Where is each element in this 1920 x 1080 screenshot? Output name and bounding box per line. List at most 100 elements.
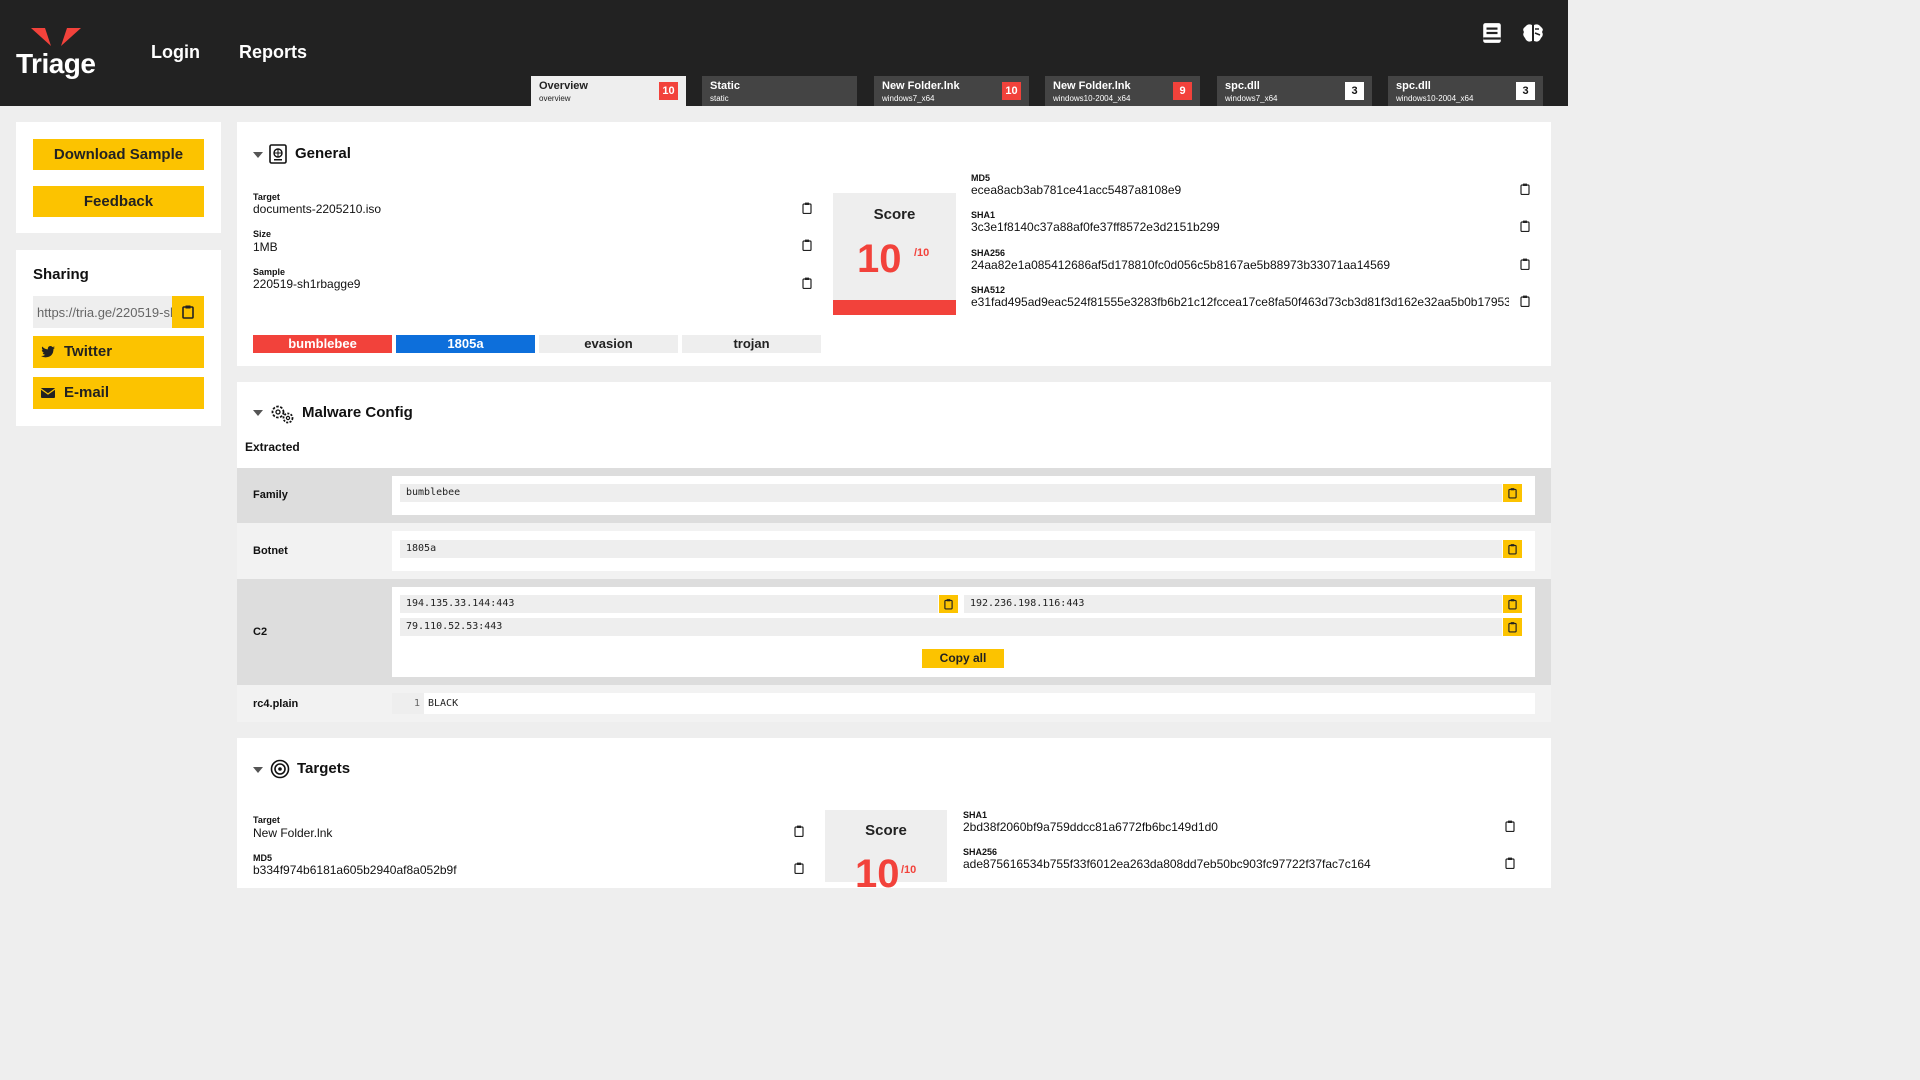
nav-reports[interactable]: Reports — [239, 42, 307, 63]
c2-label: C2 — [253, 626, 268, 638]
c2-value[interactable]: 79.110.52.53:443 — [400, 618, 1502, 636]
family-label: Family — [253, 489, 288, 501]
md5-label: MD5 — [971, 173, 991, 183]
gears-icon — [271, 405, 294, 424]
c2-box: 194.135.33.144:443 192.236.198.116:443 7… — [392, 587, 1535, 677]
tab-new-folder-win7[interactable]: New Folder.lnk windows7_x64 10 — [874, 76, 1029, 106]
score-title: Score — [865, 822, 907, 839]
score-badge: 3 — [1345, 82, 1364, 100]
copy-icon[interactable] — [1505, 857, 1515, 869]
tab-overview[interactable]: Overview overview 10 — [531, 76, 686, 106]
md5-value: ecea8acb3ab781ce41acc5487a8108e9 — [971, 183, 1182, 197]
config-row-family: Family bumblebee — [237, 468, 1551, 523]
score-title: Score — [873, 206, 916, 223]
md5-value: b334f974b6181a605b2940af8a052b9f — [253, 863, 457, 877]
targets-panel: Targets Target New Folder.lnk MD5 b334f9… — [237, 738, 1551, 896]
tag-bumblebee[interactable]: bumblebee — [253, 335, 392, 353]
tab-name: New Folder.lnk — [882, 80, 960, 92]
sha256-value: ade875616534b755f33f6012ea263da808dd7eb5… — [963, 857, 1371, 871]
copy-family-button[interactable] — [1503, 484, 1522, 502]
clipboard-icon — [1508, 599, 1517, 610]
copy-c2-button[interactable] — [939, 595, 958, 613]
clipboard-icon — [944, 599, 953, 610]
section-title-targets: Targets — [297, 760, 351, 777]
copy-all-button[interactable]: Copy all — [922, 649, 1004, 668]
copy-icon[interactable] — [1505, 820, 1515, 832]
copy-c2-button[interactable] — [1503, 618, 1522, 636]
score-bar — [833, 300, 956, 315]
copy-c2-button[interactable] — [1503, 595, 1522, 613]
score-value: 10 — [857, 237, 902, 281]
c2-value[interactable]: 192.236.198.116:443 — [964, 595, 1502, 613]
sha1-value: 2bd38f2060bf9a759ddcc81a6772fb6bc149d1d0 — [963, 820, 1218, 834]
tab-subtitle: windows10-2004_x64 — [1053, 94, 1131, 103]
extracted-label: Extracted — [245, 440, 300, 454]
score-badge: 3 — [1516, 82, 1535, 100]
copy-icon[interactable] — [1520, 183, 1530, 195]
sample-value: 220519-sh1rbagge9 — [253, 277, 361, 291]
copy-icon[interactable] — [802, 239, 812, 251]
tab-name: Overview — [539, 80, 588, 92]
tab-subtitle: windows7_x64 — [1225, 94, 1278, 103]
tab-new-folder-win10[interactable]: New Folder.lnk windows10-2004_x64 9 — [1045, 76, 1200, 106]
nav-login[interactable]: Login — [151, 42, 200, 63]
clipboard-icon — [1508, 544, 1517, 555]
size-value: 1MB — [253, 240, 278, 254]
top-header: Triage Login Reports Overview overview 1… — [0, 0, 1568, 106]
family-box: bumblebee — [392, 476, 1535, 515]
score-box: Score 10 /10 — [833, 193, 956, 315]
score-max: /10 — [914, 247, 930, 259]
copy-icon[interactable] — [794, 825, 804, 837]
tab-subtitle: static — [710, 94, 729, 103]
tab-spc-dll-win7[interactable]: spc.dll windows7_x64 3 — [1217, 76, 1372, 106]
collapse-caret-icon[interactable] — [253, 410, 263, 416]
sha1-label: SHA1 — [971, 210, 996, 220]
copy-botnet-button[interactable] — [1503, 540, 1522, 558]
tab-name: New Folder.lnk — [1053, 80, 1131, 92]
book-icon[interactable] — [1482, 22, 1502, 44]
config-row-c2: C2 194.135.33.144:443 192.236.198.116:44… — [237, 579, 1551, 685]
config-row-rc4: rc4.plain 1 BLACK — [237, 685, 1551, 722]
tab-static[interactable]: Static static — [702, 76, 857, 106]
copy-share-url-button[interactable] — [172, 296, 204, 328]
copy-icon[interactable] — [1520, 258, 1530, 270]
botnet-box: 1805a — [392, 531, 1535, 571]
sample-actions-card: Download Sample Feedback — [16, 122, 221, 233]
family-value[interactable]: bumblebee — [400, 484, 1502, 502]
target-icon — [270, 759, 290, 779]
share-url-input[interactable] — [33, 296, 172, 328]
collapse-caret-icon[interactable] — [253, 152, 263, 158]
download-sample-button[interactable]: Download Sample — [33, 139, 204, 170]
target-value: New Folder.lnk — [253, 826, 333, 840]
collapse-caret-icon[interactable] — [253, 767, 263, 773]
tab-subtitle: windows7_x64 — [882, 94, 935, 103]
rc4-value[interactable]: BLACK — [428, 693, 458, 714]
score-badge: 9 — [1173, 82, 1192, 100]
feedback-button[interactable]: Feedback — [33, 186, 204, 217]
copy-icon[interactable] — [802, 202, 812, 214]
sha512-label: SHA512 — [971, 285, 1006, 295]
sharing-title: Sharing — [33, 266, 89, 283]
copy-icon[interactable] — [802, 277, 812, 289]
section-title-malware-config: Malware Config — [302, 404, 413, 421]
botnet-value[interactable]: 1805a — [400, 540, 1502, 558]
c2-value[interactable]: 194.135.33.144:443 — [400, 595, 938, 613]
passport-icon — [269, 144, 287, 164]
triage-logo[interactable]: Triage — [16, 26, 102, 80]
tab-name: spc.dll — [1225, 80, 1260, 92]
brain-icon[interactable] — [1522, 22, 1544, 44]
clipboard-icon — [1508, 488, 1517, 499]
tag-1805a[interactable]: 1805a — [396, 335, 535, 353]
tab-spc-dll-win10[interactable]: spc.dll windows10-2004_x64 3 — [1388, 76, 1543, 106]
twitter-label: Twitter — [64, 343, 113, 360]
share-email-button[interactable]: E-mail — [33, 377, 204, 409]
copy-icon[interactable] — [1520, 295, 1530, 307]
tag-trojan[interactable]: trojan — [682, 335, 821, 353]
sha512-value: e31fad495ad9eac524f81555e3283fb6b21c12fc… — [971, 295, 1509, 309]
sample-label: Sample — [253, 267, 286, 277]
tag-evasion[interactable]: evasion — [539, 335, 678, 353]
copy-icon[interactable] — [794, 862, 804, 874]
tab-name: Static — [710, 80, 740, 92]
copy-icon[interactable] — [1520, 220, 1530, 232]
share-twitter-button[interactable]: Twitter — [33, 336, 204, 368]
